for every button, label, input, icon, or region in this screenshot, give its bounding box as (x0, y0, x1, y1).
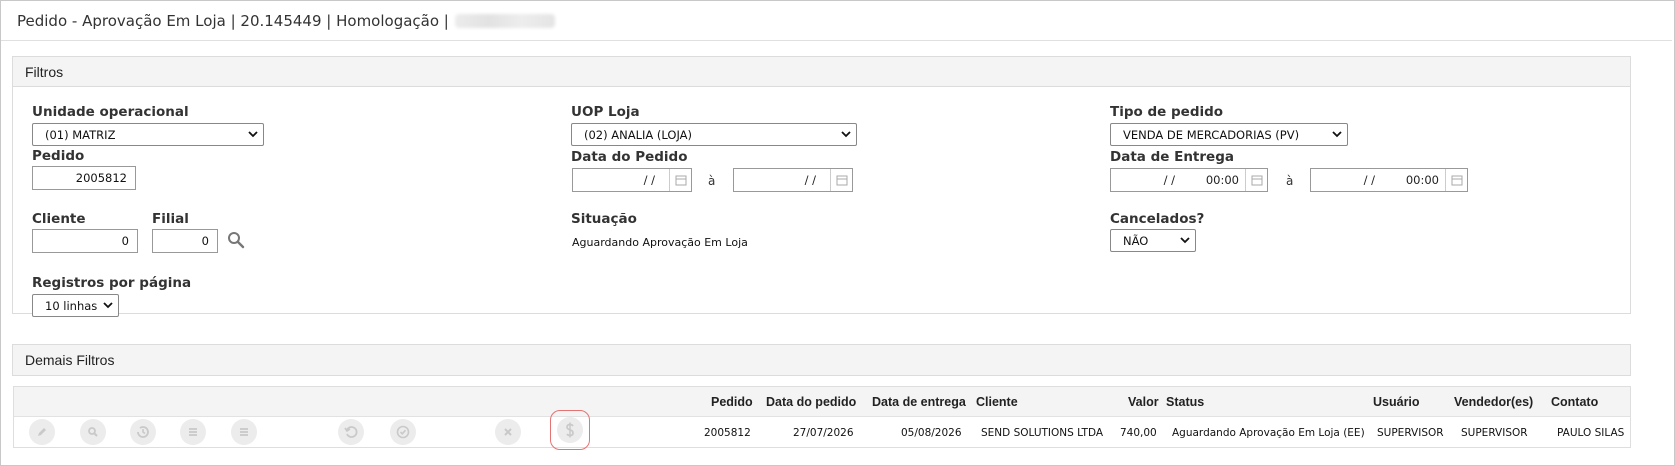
cell-status: Aguardando Aprovação Em Loja (EE) (1172, 427, 1365, 439)
col-header-usuario[interactable]: Usuário (1373, 395, 1420, 409)
cell-valor: 740,00 (1120, 427, 1157, 439)
tipo-pedido-value: VENDA DE MERCADORIAS (PV) (1123, 127, 1300, 142)
unidade-operacional-value: (01) MATRIZ (45, 127, 116, 142)
chevron-down-icon (1332, 131, 1342, 138)
cancel-icon[interactable] (495, 419, 521, 445)
data-entrega-label: Data de Entrega (1110, 149, 1234, 165)
unidade-operacional-label: Unidade operacional (32, 104, 189, 120)
col-header-data-entrega[interactable]: Data de entrega (872, 395, 966, 409)
results-grid: Pedido Data do pedido Data de entrega Cl… (13, 386, 1631, 450)
cell-cliente: SEND SOLUTIONS LTDA (981, 427, 1104, 439)
data-entrega-from-date: / / (1163, 173, 1175, 187)
registros-label: Registros por página (32, 275, 192, 291)
approve-payment-button[interactable] (550, 410, 590, 450)
undo-icon[interactable] (338, 419, 364, 445)
cell-usuario: SUPERVISOR (1377, 427, 1444, 439)
cell-pedido: 2005812 (704, 427, 751, 439)
list-icon[interactable] (231, 419, 257, 445)
filial-input[interactable]: 0 (152, 229, 218, 253)
cell-contato: PAULO SILAS (1557, 427, 1625, 439)
col-header-data-pedido[interactable]: Data do pedido (766, 395, 856, 409)
data-entrega-from-input[interactable]: / / 00:00 (1110, 168, 1268, 192)
data-entrega-to-time: 00:00 (1405, 173, 1439, 187)
data-entrega-to-date: / / (1363, 173, 1375, 187)
col-header-valor[interactable]: Valor (1128, 395, 1159, 409)
tipo-pedido-select[interactable]: VENDA DE MERCADORIAS (PV) (1110, 123, 1348, 146)
calendar-icon[interactable] (1445, 169, 1467, 191)
dollar-icon (557, 417, 583, 443)
col-header-status[interactable]: Status (1166, 395, 1204, 409)
uop-loja-select[interactable]: (02) ANALIA (LOJA) (571, 123, 857, 146)
cell-data-pedido: 27/07/2026 (793, 427, 854, 439)
search-icon[interactable] (227, 231, 245, 249)
pedido-input[interactable]: 2005812 (32, 166, 136, 190)
data-pedido-label: Data do Pedido (571, 149, 688, 165)
history-icon[interactable] (130, 419, 156, 445)
col-header-pedido[interactable]: Pedido (711, 395, 753, 409)
edit-icon[interactable] (29, 419, 55, 445)
pedido-label: Pedido (32, 148, 85, 164)
registros-value: 10 linhas (45, 298, 98, 313)
cell-data-entrega: 05/08/2026 (901, 427, 962, 439)
cell-vendedor: SUPERVISOR (1461, 427, 1528, 439)
cancelados-select[interactable]: NÃO (1110, 229, 1196, 252)
data-pedido-to-value: / / (804, 173, 816, 187)
other-filters-heading-text: Demais Filtros (25, 352, 115, 368)
unidade-operacional-select[interactable]: (01) MATRIZ (32, 123, 264, 146)
data-pedido-from-value: / / (643, 173, 655, 187)
other-filters-panel[interactable]: Demais Filtros (12, 344, 1631, 376)
data-pedido-separator: à (708, 174, 716, 188)
page-title-bar: Pedido - Aprovação Em Loja | 20.145449 |… (1, 1, 1672, 41)
list-icon[interactable] (180, 419, 206, 445)
tipo-pedido-label: Tipo de pedido (1110, 104, 1224, 120)
chevron-down-icon (103, 302, 113, 309)
filial-label: Filial (152, 211, 189, 227)
chevron-down-icon (1180, 237, 1190, 244)
uop-loja-label: UOP Loja (571, 104, 640, 120)
cliente-input[interactable]: 0 (32, 229, 138, 253)
registros-select[interactable]: 10 linhas (32, 294, 119, 317)
approve-icon[interactable] (390, 419, 416, 445)
search-icon[interactable] (80, 419, 106, 445)
col-header-cliente[interactable]: Cliente (976, 395, 1018, 409)
cliente-label: Cliente (32, 211, 86, 227)
calendar-icon[interactable] (1245, 169, 1267, 191)
col-header-vendedor[interactable]: Vendedor(es) (1454, 395, 1533, 409)
data-pedido-from-input[interactable]: / / (572, 168, 692, 192)
cancelados-value: NÃO (1123, 233, 1149, 248)
situacao-value: Aguardando Aprovação Em Loja (572, 236, 748, 249)
redacted-environment (454, 13, 555, 28)
other-filters-heading[interactable]: Demais Filtros (13, 345, 1630, 375)
filters-panel-heading[interactable]: Filtros (13, 57, 1630, 87)
calendar-icon[interactable] (669, 169, 691, 191)
situacao-label: Situação (571, 211, 637, 227)
data-entrega-from-time: 00:00 (1205, 173, 1239, 187)
filters-heading-text: Filtros (25, 63, 64, 80)
page-title: Pedido - Aprovação Em Loja | 20.145449 |… (17, 11, 449, 30)
cancelados-label: Cancelados? (1110, 211, 1205, 227)
calendar-icon[interactable] (830, 169, 852, 191)
chevron-down-icon (841, 131, 851, 138)
uop-loja-value: (02) ANALIA (LOJA) (584, 127, 692, 142)
data-entrega-to-input[interactable]: / / 00:00 (1310, 168, 1468, 192)
chevron-down-icon (248, 131, 258, 138)
col-header-contato[interactable]: Contato (1551, 395, 1598, 409)
data-pedido-to-input[interactable]: / / (733, 168, 853, 192)
data-entrega-separator: à (1286, 174, 1294, 188)
